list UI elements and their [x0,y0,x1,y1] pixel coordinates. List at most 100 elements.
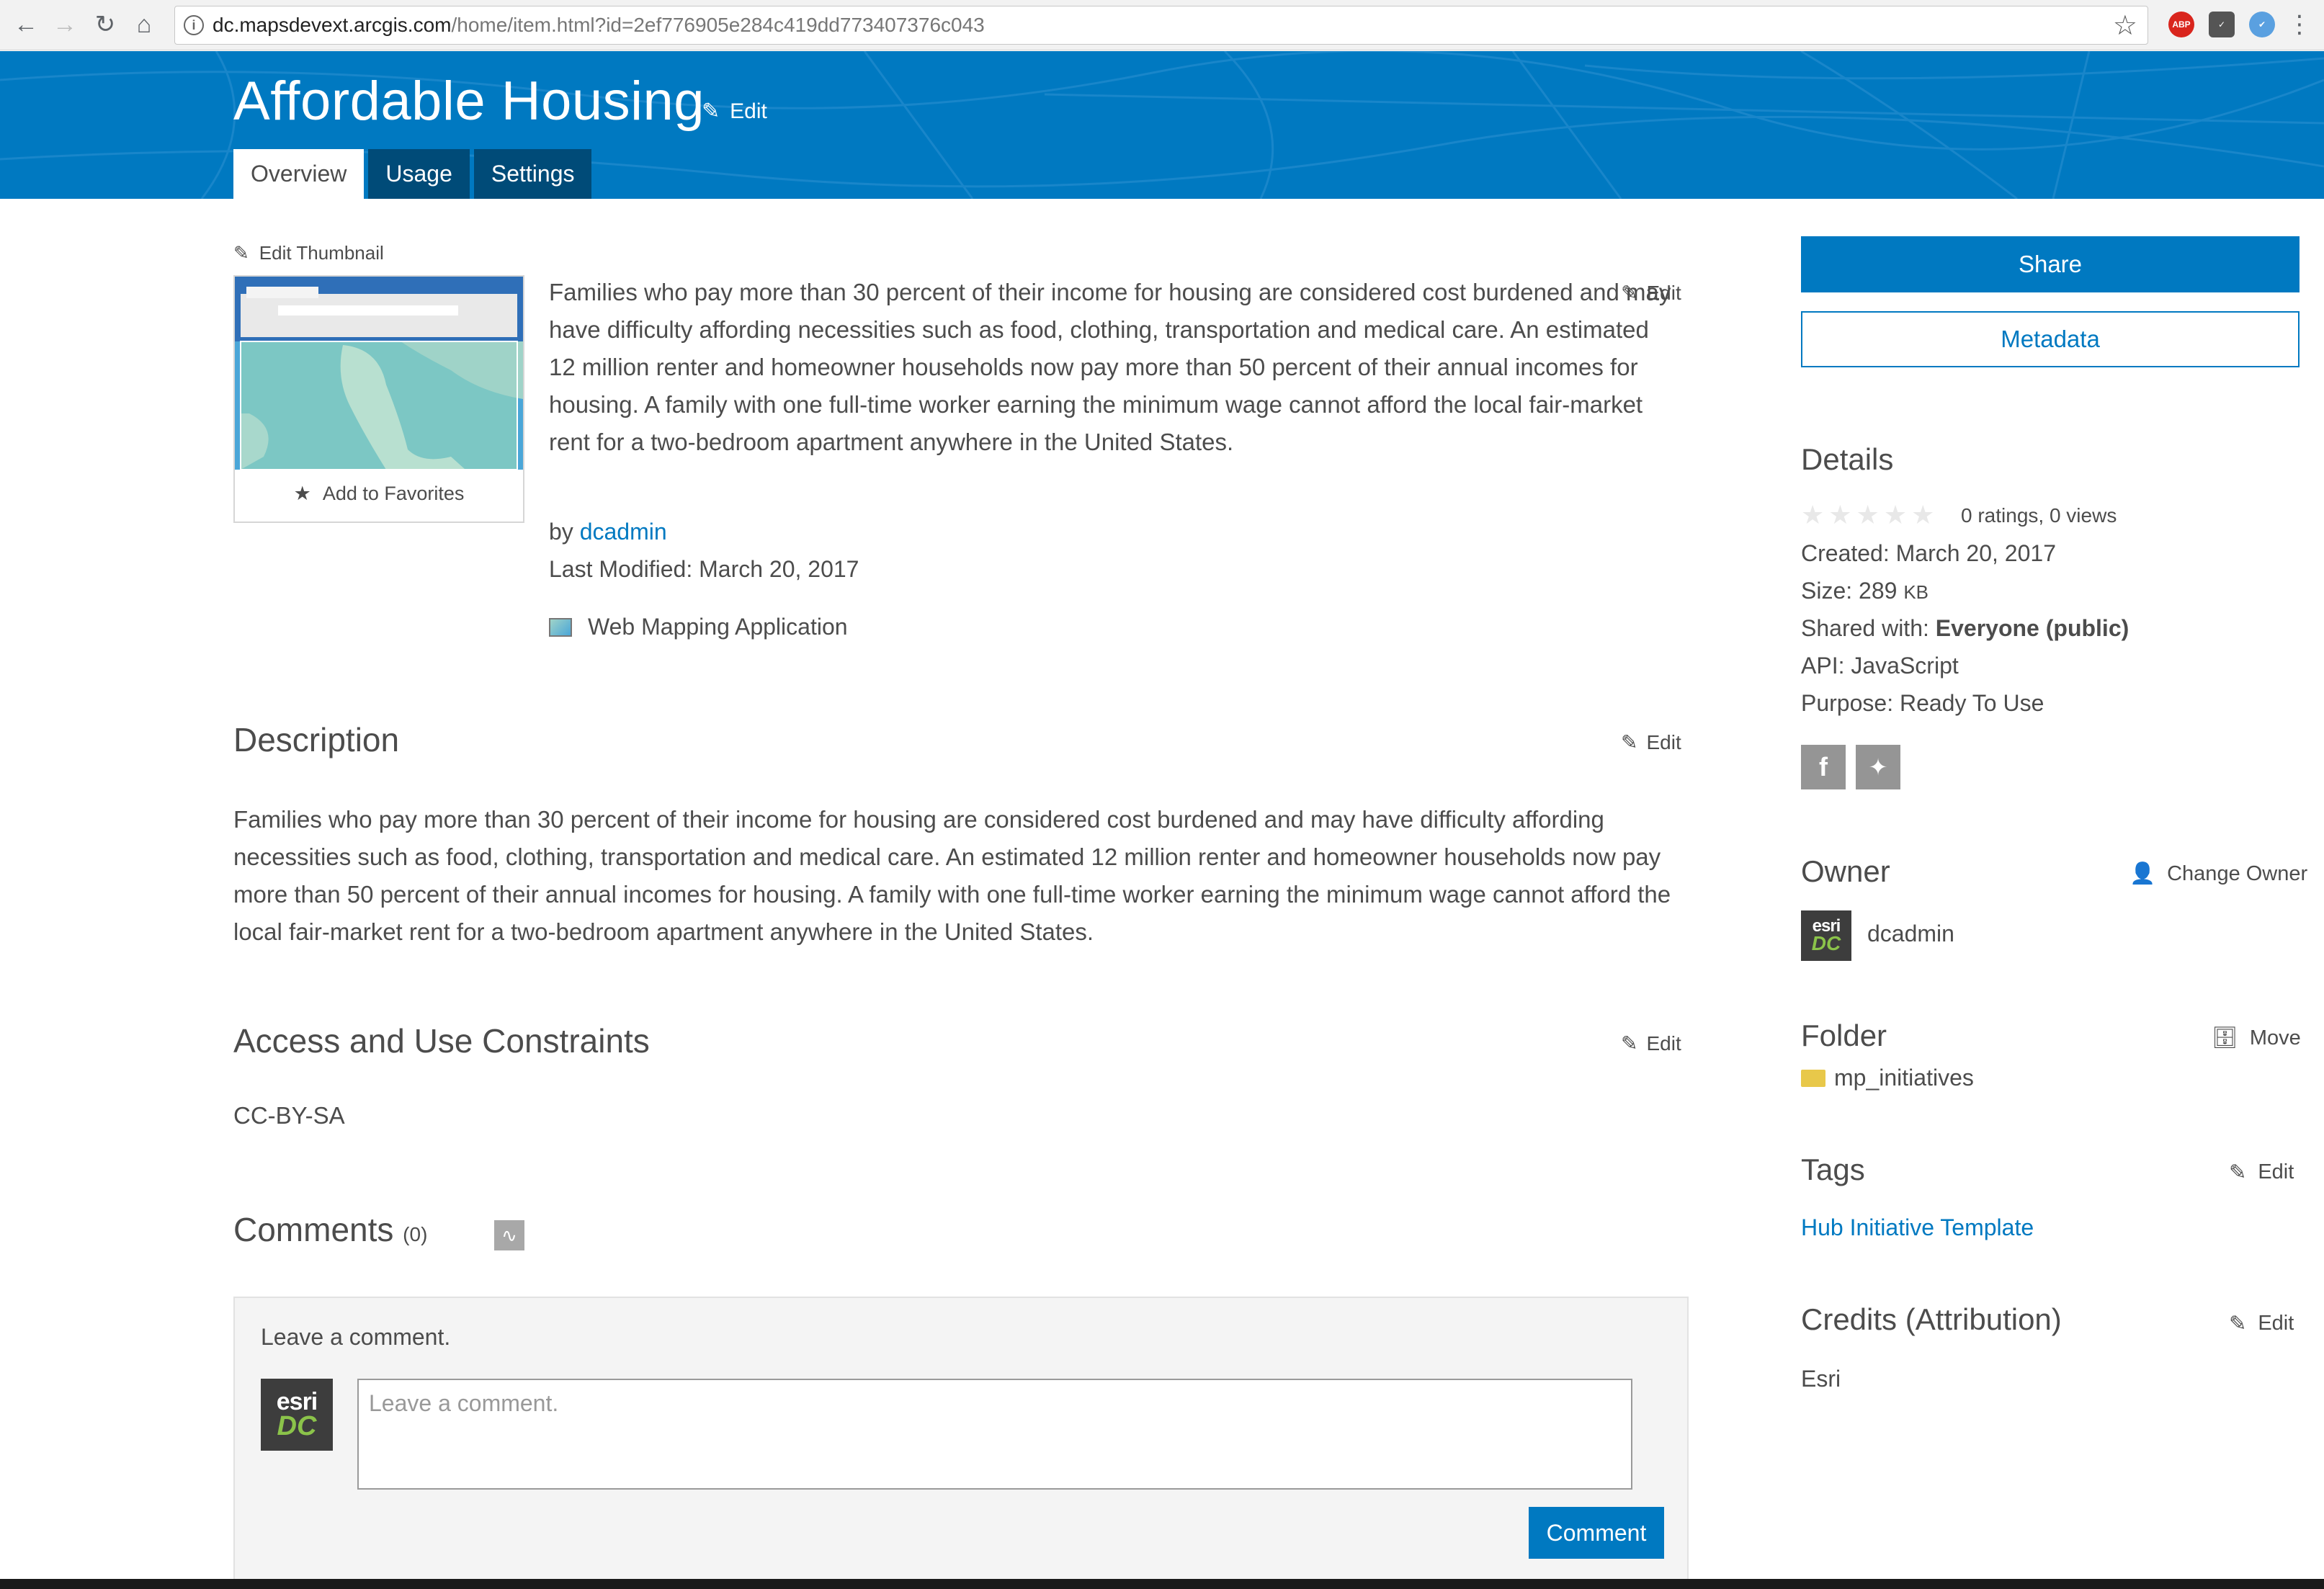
item-size: Size: 289 KB [1801,578,1929,604]
share-button[interactable]: Share [1801,236,2300,292]
twitter-icon[interactable]: ✦ [1856,745,1900,789]
credits-title: Credits (Attribution) [1801,1302,2062,1336]
tab-overview[interactable]: Overview [233,149,365,199]
tab-settings[interactable]: Settings [473,149,592,199]
size-unit: KB [1903,581,1929,603]
add-to-favorites-label: Add to Favorites [322,483,465,504]
api-info: API: JavaScript [1801,653,1959,679]
ratings-views: 0 ratings, 0 views [1961,504,2117,527]
last-modified: Last Modified: March 20, 2017 [549,556,859,582]
title-edit-label: Edit [730,99,767,123]
created-date: Created: March 20, 2017 [1801,540,2056,567]
owner-avatar: esri DC [1801,910,1851,961]
comments-title: Comments (0) [233,1210,427,1249]
tags-title: Tags [1801,1152,1865,1186]
browser-toolbar: ← → ↻ ⌂ i dc.mapsdevext.arcgis.com/home/… [0,0,2324,50]
pencil-icon: ✎ [2229,1312,2247,1335]
extension-bird-icon[interactable]: ✔ [2249,12,2275,37]
constraints-edit-label: Edit [1646,1031,1681,1055]
api-value: JavaScript [1851,653,1959,679]
url-path: /home/item.html?id=2ef776905e284c419dd77… [451,14,985,36]
menu-icon[interactable]: ⋮ [2284,9,2315,40]
folder-name[interactable]: mp_initiatives [1801,1065,1974,1091]
shared-value: Everyone (public) [1935,615,2129,641]
api-label: API: [1801,653,1845,679]
thumbnail-card: ★ Add to Favorites [233,275,524,523]
comment-input[interactable] [357,1379,1632,1490]
created-label: Created: [1801,540,1890,566]
owner-title: Owner [1801,854,1890,888]
item-title: Affordable Housing [233,71,705,132]
tags-edit-button[interactable]: ✎ Edit [2229,1160,2294,1185]
avatar-text-top: esri [276,1388,318,1415]
star-icon: ★ [293,483,311,504]
title-edit-button[interactable]: ✎ Edit [702,99,767,124]
size-value: 289 [1859,578,1898,604]
tab-usage[interactable]: Usage [368,149,470,199]
folder-title: Folder [1801,1019,1887,1052]
description-edit-button[interactable]: ✎ Edit [1621,730,1681,754]
forward-icon[interactable]: → [49,9,81,40]
user-icon: 👤 [2129,862,2156,885]
owner-avatar-text-bottom: DC [1811,932,1841,954]
item-thumbnail[interactable] [235,277,523,470]
comment-form: Leave a comment. esri DC Comment [233,1297,1689,1589]
avatar-text-bottom: DC [277,1411,317,1441]
move-button[interactable]: 🗄 Move [2212,1026,2301,1050]
folder-icon [1801,1069,1825,1087]
thumbnail-map-image [235,277,523,470]
move-folder-icon: 🗄 [2212,1026,2238,1049]
item-summary: Families who pay more than 30 percent of… [549,279,1671,455]
change-owner-label: Change Owner [2167,861,2308,885]
pencil-icon: ✎ [233,242,249,264]
comment-button[interactable]: Comment [1529,1507,1664,1559]
constraints-edit-button[interactable]: ✎ Edit [1621,1031,1681,1055]
edit-thumbnail-label: Edit Thumbnail [259,242,384,264]
edit-thumbnail-button[interactable]: ✎ Edit Thumbnail [233,242,384,264]
shared-label: Shared with: [1801,615,1929,641]
purpose-label: Purpose: [1801,690,1894,716]
facebook-icon[interactable]: f [1801,745,1846,789]
pencil-icon: ✎ [2229,1161,2247,1184]
description-text: Families who pay more than 30 percent of… [233,806,1671,945]
rss-icon[interactable]: ∿ [494,1220,524,1250]
reload-icon[interactable]: ↻ [89,9,121,40]
web-app-icon [549,617,572,637]
pencil-icon: ✎ [702,99,720,123]
back-icon[interactable]: ← [10,9,42,40]
metadata-button[interactable]: Metadata [1801,311,2300,367]
summary-edit-button[interactable]: ✎ Edit [1621,281,1681,305]
info-icon[interactable]: i [184,15,204,35]
tag-link[interactable]: Hub Initiative Template [1801,1214,2034,1241]
pencil-icon: ✎ [1621,282,1638,304]
avatar: esri DC [261,1379,333,1451]
by-label: by [549,519,573,545]
item-header-banner: Affordable Housing ✎ Edit Overview Usage… [0,51,2324,199]
home-icon[interactable]: ⌂ [128,9,160,40]
purpose-value: Ready To Use [1899,690,2044,716]
address-bar[interactable]: i dc.mapsdevext.arcgis.com/home/item.htm… [174,6,2148,45]
item-tabs: Overview Usage Settings [233,149,592,199]
add-to-favorites-button[interactable]: ★ Add to Favorites [235,483,523,505]
item-type-label: Web Mapping Application [588,614,848,640]
created-value: March 20, 2017 [1895,540,2056,566]
pocket-icon[interactable]: ✓ [2209,12,2235,37]
url-text: dc.mapsdevext.arcgis.com/home/item.html?… [213,14,985,37]
change-owner-button[interactable]: 👤 Change Owner [2129,861,2307,886]
summary-edit-label: Edit [1646,281,1681,304]
constraints-title: Access and Use Constraints [233,1022,650,1060]
taskbar-strip [0,1579,2324,1589]
adblock-icon[interactable]: ABP [2168,12,2194,37]
adblock-label: ABP [2172,19,2191,30]
tags-edit-label: Edit [2258,1160,2294,1183]
credits-edit-label: Edit [2258,1312,2294,1335]
pencil-icon: ✎ [1621,1032,1638,1055]
owner-name[interactable]: dcadmin [1867,921,1954,947]
credits-edit-button[interactable]: ✎ Edit [2229,1311,2294,1336]
bookmark-star-icon[interactable]: ☆ [2113,9,2137,42]
owner-link[interactable]: dcadmin [580,519,667,545]
move-label: Move [2249,1026,2301,1049]
details-title: Details [1801,442,1894,476]
size-label: Size: [1801,578,1853,604]
rating-stars[interactable]: ★★★★★ [1801,500,1939,530]
